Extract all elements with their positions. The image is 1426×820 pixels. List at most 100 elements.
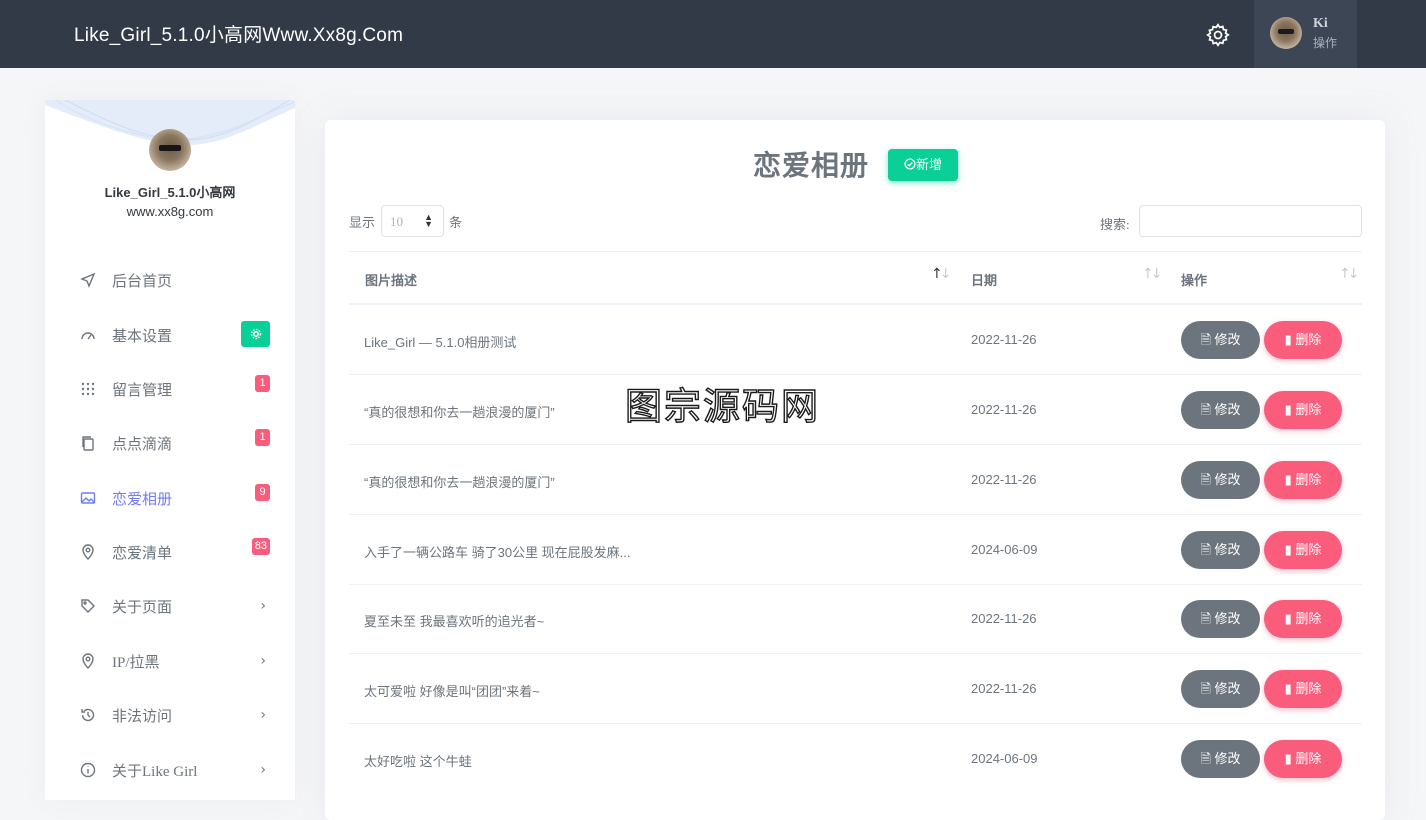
user-menu[interactable]: Ki 操作 bbox=[1254, 0, 1357, 68]
add-button-label: 新增 bbox=[915, 157, 942, 172]
file-icon: ▮ bbox=[1284, 332, 1296, 347]
map-pin-icon bbox=[82, 544, 94, 560]
sidebar-item-moments[interactable]: 点点滴滴 1 bbox=[80, 429, 270, 457]
cell-description: 太可爱啦 好像是叫“团团”来着~ bbox=[364, 684, 540, 699]
sidebar-item-love-list[interactable]: 恋爱清单 83 bbox=[80, 538, 270, 566]
column-header-description[interactable]: 图片描述 bbox=[365, 270, 417, 289]
watermark-logo: 图宗源码网 bbox=[625, 384, 820, 425]
table-row: 夏至未至 我最喜欢听的追光者~ 2022-11-26 🗎 修改 ▮ 删除 bbox=[349, 584, 1362, 654]
delete-label: 删除 bbox=[1295, 751, 1322, 766]
sidebar-item-home[interactable]: 后台首页 bbox=[80, 266, 270, 294]
edit-doc-icon: 🗎 bbox=[1200, 611, 1215, 626]
sidebar-item-label: 基本设置 bbox=[112, 329, 173, 345]
delete-button[interactable]: ▮ 删除 bbox=[1264, 600, 1342, 638]
sidebar-item-about-like-girl[interactable]: 关于Like Girl › bbox=[80, 756, 270, 784]
table-row: 太好吃啦 这个牛蛙 2024-06-09 🗎 修改 ▮ 删除 bbox=[349, 724, 1362, 794]
delete-label: 删除 bbox=[1295, 332, 1322, 347]
select-caret-icon: ▲ ▼ bbox=[424, 212, 433, 229]
album-card: 恋爱相册 新增 显示 10 ▲ ▼ 条 搜索: 图片描述 ↑↓ 日期 ↑↓ 操作 … bbox=[325, 120, 1385, 820]
table-header: 图片描述 ↑↓ 日期 ↑↓ 操作 ↑↓ bbox=[349, 251, 1362, 305]
file-icon: ▮ bbox=[1284, 402, 1296, 417]
info-icon bbox=[80, 762, 96, 778]
cell-date: 2022-11-26 bbox=[971, 402, 1037, 417]
column-header-date[interactable]: 日期 bbox=[971, 270, 997, 289]
edit-label: 修改 bbox=[1214, 542, 1241, 557]
file-icon: ▮ bbox=[1284, 611, 1296, 626]
page-size-suffix: 条 bbox=[449, 215, 463, 230]
sidebar-item-album[interactable]: 恋爱相册 9 bbox=[80, 484, 270, 512]
gear-icon[interactable] bbox=[1205, 22, 1231, 48]
edit-label: 修改 bbox=[1214, 681, 1241, 696]
table-row: 入手了一辆公路车 骑了30公里 现在屁股发麻... 2024-06-09 🗎 修… bbox=[349, 515, 1362, 585]
top-bar: Like_Girl_5.1.0小高网Www.Xx8g.Com Ki 操作 bbox=[0, 0, 1426, 68]
sidebar-item-about-page[interactable]: 关于页面 › bbox=[80, 592, 270, 620]
delete-label: 删除 bbox=[1295, 402, 1322, 417]
cell-description: 太好吃啦 这个牛蛙 bbox=[364, 754, 472, 769]
search-input[interactable] bbox=[1139, 205, 1362, 237]
column-header-actions[interactable]: 操作 bbox=[1181, 270, 1207, 289]
sort-icon[interactable]: ↑↓ bbox=[931, 266, 951, 282]
count-badge: 1 bbox=[255, 429, 270, 446]
cell-description: 入手了一辆公路车 骑了30公里 现在屁股发麻... bbox=[364, 545, 631, 560]
edit-doc-icon: 🗎 bbox=[1200, 402, 1215, 417]
edit-button[interactable]: 🗎 修改 bbox=[1181, 600, 1260, 638]
edit-doc-icon: 🗎 bbox=[1200, 472, 1215, 487]
edit-check-icon bbox=[904, 158, 916, 170]
sidebar-item-label: 关于页面 bbox=[112, 600, 173, 616]
page-title: 恋爱相册 bbox=[753, 151, 870, 182]
edit-doc-icon: 🗎 bbox=[1200, 542, 1215, 557]
speedometer-icon bbox=[81, 332, 95, 340]
cell-description: “真的很想和你去一趟浪漫的厦门” bbox=[364, 475, 555, 490]
chevron-right-icon: › bbox=[260, 653, 266, 669]
cell-date: 2024-06-09 bbox=[971, 542, 1038, 557]
delete-button[interactable]: ▮ 删除 bbox=[1264, 740, 1342, 778]
sidebar-item-messages[interactable]: 留言管理 1 bbox=[80, 375, 270, 403]
cell-description: 夏至未至 我最喜欢听的追光者~ bbox=[364, 614, 545, 629]
delete-button[interactable]: ▮ 删除 bbox=[1264, 391, 1342, 429]
sidebar-item-label: 关于Like Girl bbox=[112, 764, 198, 780]
sidebar-item-settings[interactable]: 基本设置 bbox=[80, 321, 270, 349]
sort-icon[interactable]: ↑↓ bbox=[1339, 266, 1359, 282]
sidebar-site-url[interactable]: www.xx8g.com bbox=[45, 204, 295, 219]
table-row: “真的很想和你去一趟浪漫的厦门” 2022-11-26 🗎 修改 ▮ 删除 bbox=[349, 445, 1362, 515]
sidebar-item-ip-block[interactable]: IP/拉黑 › bbox=[80, 647, 270, 675]
cell-description: Like_Girl — 5.1.0相册测试 bbox=[364, 335, 517, 350]
sidebar-item-illegal-access[interactable]: 非法访问 › bbox=[80, 701, 270, 729]
table-row: 太可爱啦 好像是叫“团团”来着~ 2022-11-26 🗎 修改 ▮ 删除 bbox=[349, 654, 1362, 724]
edit-button[interactable]: 🗎 修改 bbox=[1181, 461, 1260, 499]
table-row: Like_Girl — 5.1.0相册测试 2022-11-26 🗎 修改 ▮ … bbox=[349, 305, 1362, 375]
page-size-select[interactable]: 10 ▲ ▼ bbox=[381, 205, 444, 237]
delete-button[interactable]: ▮ 删除 bbox=[1264, 321, 1342, 359]
sidebar-item-label: 点点滴滴 bbox=[112, 437, 173, 453]
delete-label: 删除 bbox=[1295, 611, 1322, 626]
sidebar-item-label: 恋爱相册 bbox=[112, 492, 173, 508]
grid-dots-icon bbox=[81, 382, 95, 396]
navigation-arrow-icon bbox=[80, 272, 96, 288]
cell-date: 2022-11-26 bbox=[971, 611, 1037, 626]
delete-label: 删除 bbox=[1295, 472, 1322, 487]
edit-button[interactable]: 🗎 修改 bbox=[1181, 391, 1260, 429]
file-icon: ▮ bbox=[1284, 542, 1296, 557]
delete-label: 删除 bbox=[1295, 542, 1322, 557]
edit-label: 修改 bbox=[1214, 332, 1241, 347]
watermark-text: 图宗源码网 bbox=[625, 385, 820, 425]
sidebar-item-label: 留言管理 bbox=[112, 383, 173, 399]
sort-icon[interactable]: ↑↓ bbox=[1142, 266, 1162, 282]
edit-doc-icon: 🗎 bbox=[1200, 751, 1215, 766]
sidebar-item-label: IP/拉黑 bbox=[112, 655, 160, 671]
delete-button[interactable]: ▮ 删除 bbox=[1264, 461, 1342, 499]
edit-button[interactable]: 🗎 修改 bbox=[1181, 670, 1260, 708]
delete-button[interactable]: ▮ 删除 bbox=[1264, 531, 1342, 569]
add-button[interactable]: 新增 bbox=[888, 149, 958, 181]
edit-button[interactable]: 🗎 修改 bbox=[1181, 321, 1260, 359]
history-icon bbox=[81, 708, 95, 722]
site-brand[interactable]: Like_Girl_5.1.0小高网Www.Xx8g.Com bbox=[74, 20, 403, 47]
edit-button[interactable]: 🗎 修改 bbox=[1181, 531, 1260, 569]
sidebar-item-label: 恋爱清单 bbox=[112, 546, 173, 562]
avatar bbox=[1270, 17, 1302, 49]
cell-date: 2022-11-26 bbox=[971, 681, 1037, 696]
count-badge: 9 bbox=[255, 484, 270, 501]
copy-icon bbox=[82, 436, 94, 451]
edit-button[interactable]: 🗎 修改 bbox=[1181, 740, 1260, 778]
delete-button[interactable]: ▮ 删除 bbox=[1264, 670, 1342, 708]
